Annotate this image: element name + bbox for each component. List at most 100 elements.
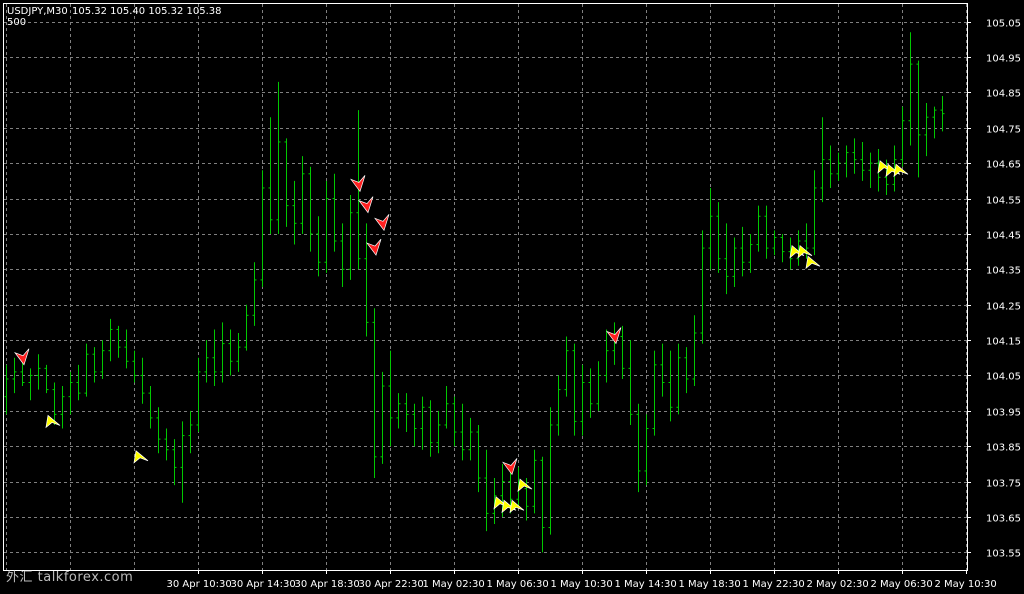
ohlc-bar <box>124 329 129 369</box>
buy-arrow-icon <box>509 499 525 514</box>
ohlc-bar <box>316 216 321 277</box>
y-tick-label: 103.65 <box>986 514 1021 525</box>
ohlc-bar <box>716 202 721 273</box>
ohlc-bar <box>668 350 673 422</box>
y-tick-label: 103.85 <box>986 443 1021 454</box>
chart-window[interactable]: 105.05 104.95 104.85 104.75 104.65 104.55 104.… <box>0 0 1024 594</box>
ohlc-bar <box>220 322 225 383</box>
ohlc-bar <box>564 336 569 397</box>
y-tick-label: 105.05 <box>986 19 1021 30</box>
ohlc-bar <box>556 375 561 436</box>
y-tick-label: 104.35 <box>986 266 1021 277</box>
ohlc-bar <box>844 145 849 178</box>
watermark-text: 外汇 talkforex.com <box>6 570 134 585</box>
ohlc-bar <box>468 417 473 461</box>
buy-arrow-icon <box>893 163 909 178</box>
ohlc-bar <box>348 195 353 280</box>
ohlc-bar <box>276 81 281 234</box>
ohlc-bar <box>828 145 833 188</box>
ohlc-bar <box>532 449 537 514</box>
ohlc-bar <box>588 368 593 418</box>
x-tick-label: 2 May 10:30 <box>935 579 997 590</box>
ohlc-bar <box>700 230 705 344</box>
ohlc-bar <box>252 262 257 326</box>
ohlc-bar <box>156 407 161 454</box>
buy-arrow-icon <box>517 478 533 492</box>
ohlc-bar <box>228 329 233 376</box>
ohlc-bar <box>364 223 369 337</box>
price-chart[interactable]: 105.05 104.95 104.85 104.75 104.65 104.55 104.… <box>0 0 1024 594</box>
ohlc-bar <box>388 350 393 447</box>
price-axis: 105.05 104.95 104.85 104.75 104.65 104.55 104.… <box>967 19 1021 560</box>
y-tick-label: 104.95 <box>986 54 1021 65</box>
ohlc-bar <box>196 357 201 433</box>
ohlc-bar <box>116 325 121 358</box>
ohlc-bar <box>812 170 817 256</box>
ohlc-bar <box>924 103 929 157</box>
ohlc-bar <box>76 364 81 401</box>
ohlc-bar <box>412 403 417 447</box>
ohlc-bar <box>324 180 329 273</box>
y-tick-label: 103.75 <box>986 479 1021 490</box>
ohlc-bar <box>620 325 625 379</box>
sub-window-label: 500 <box>7 17 26 28</box>
y-tick-label: 103.95 <box>986 408 1021 419</box>
ohlc-bar <box>916 60 921 178</box>
x-tick-label: 2 May 06:30 <box>871 579 933 590</box>
ohlc-bar <box>452 396 457 447</box>
x-tick-label: 2 May 02:30 <box>807 579 869 590</box>
ohlc-bar <box>572 343 577 436</box>
ohlc-bar <box>380 371 385 464</box>
buy-arrow-icon <box>797 244 813 259</box>
ohlc-bar <box>204 340 209 383</box>
ohlc-bar <box>852 138 857 174</box>
y-tick-label: 103.55 <box>986 549 1021 560</box>
ohlc-bar <box>28 368 33 401</box>
ohlc-bar <box>748 233 753 273</box>
ohlc-bar <box>868 152 873 188</box>
buy-arrow-icon <box>45 414 61 429</box>
x-tick-label: 1 May 10:30 <box>551 579 613 590</box>
ohlc-bar <box>548 407 553 535</box>
ohlc-bar <box>444 386 449 429</box>
y-tick-label: 104.25 <box>986 302 1021 313</box>
buy-arrow-icon <box>805 255 821 270</box>
ohlc-bar <box>724 223 729 295</box>
sell-arrow-icon <box>374 214 390 232</box>
y-tick-label: 104.55 <box>986 196 1021 207</box>
x-tick-label: 30 Apr 22:30 <box>359 579 424 590</box>
ohlc-bar <box>52 382 57 425</box>
ohlc-bar <box>148 386 153 429</box>
y-tick-label: 104.75 <box>986 125 1021 136</box>
ohlc-bar <box>36 354 41 390</box>
x-tick-label: 1 May 06:30 <box>487 579 549 590</box>
y-tick-label: 104.85 <box>986 89 1021 100</box>
ohlc-bar <box>636 403 641 493</box>
ohlc-bar <box>540 456 545 553</box>
ohlc-bar <box>284 138 289 227</box>
y-tick-label: 104.05 <box>986 372 1021 383</box>
ohlc-bar <box>308 166 313 252</box>
ohlc-bar <box>268 117 273 234</box>
sell-arrow-icon <box>366 238 382 256</box>
ohlc-bar <box>644 414 649 486</box>
ohlc-bar <box>68 371 73 415</box>
ohlc-bar <box>212 329 217 387</box>
x-tick-label: 1 May 18:30 <box>679 579 741 590</box>
ohlc-bar <box>140 357 145 404</box>
ohlc-bar <box>396 393 401 429</box>
y-tick-label: 104.15 <box>986 337 1021 348</box>
time-axis: 30 Apr 10:3030 Apr 14:3030 Apr 18:3030 A… <box>167 570 997 590</box>
ohlc-bar <box>404 393 409 433</box>
x-tick-label: 1 May 14:30 <box>615 579 677 590</box>
buy-arrow-icon <box>133 450 149 464</box>
ohlc-bar <box>180 421 185 503</box>
ohlc-bar <box>108 318 113 362</box>
ohlc-bar <box>244 304 249 351</box>
ohlc-bar <box>164 428 169 461</box>
sell-arrow-icon <box>14 348 30 366</box>
ohlc-bar <box>332 173 337 252</box>
ohlc-bar <box>684 347 689 394</box>
ohlc-bar <box>236 332 241 372</box>
ohlc-bar <box>4 364 9 415</box>
